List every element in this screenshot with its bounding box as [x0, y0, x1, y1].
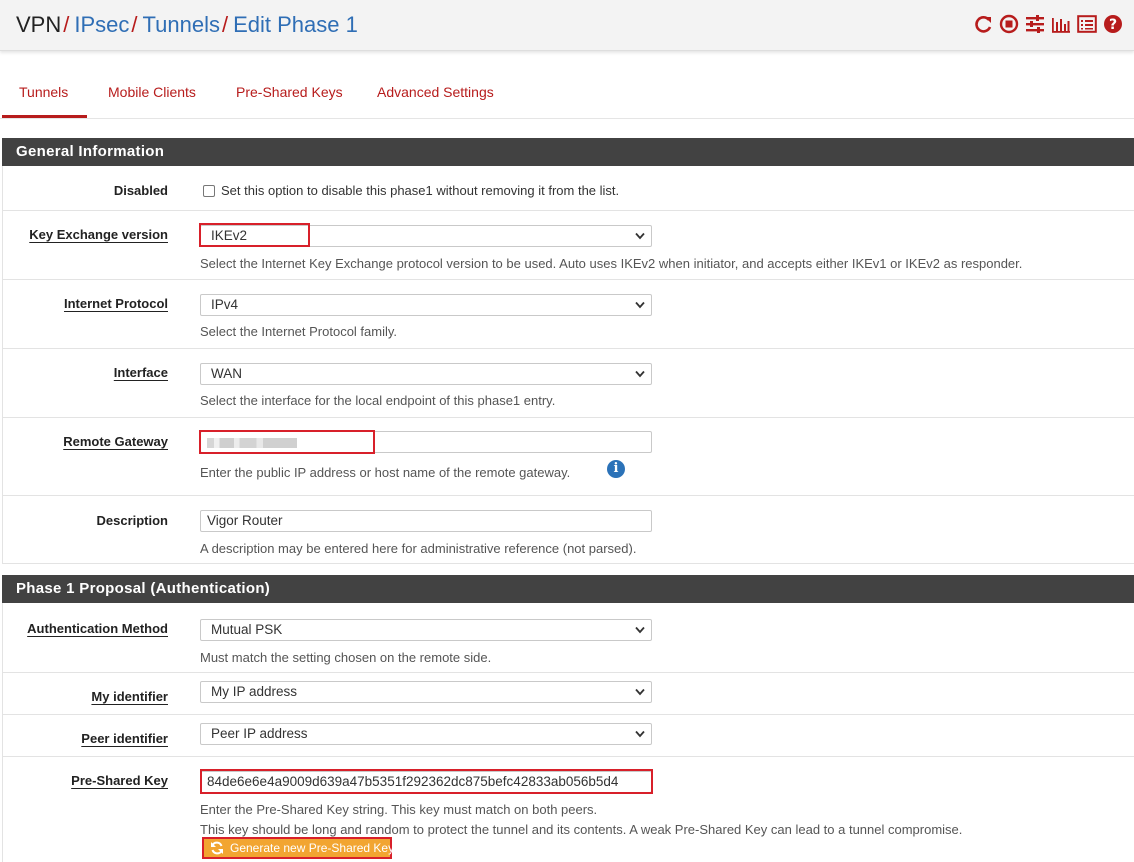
breadcrumb-edit-phase-1[interactable]: Edit Phase 1 [233, 12, 358, 37]
list-icon[interactable] [1077, 14, 1097, 34]
internet-protocol-label[interactable]: Internet Protocol [64, 296, 168, 311]
settings-sliders-icon[interactable] [1025, 14, 1045, 34]
auth-method-help: Must match the setting chosen on the rem… [200, 650, 492, 665]
peer-identifier-value: Peer IP address [211, 726, 308, 741]
key-exchange-help: Select the Internet Key Exchange protoco… [200, 256, 1023, 271]
my-identifier-select[interactable]: My IP address [200, 681, 652, 703]
highlight-box [199, 430, 375, 454]
internet-protocol-value: IPv4 [211, 297, 239, 312]
psk-label[interactable]: Pre-Shared Key [71, 773, 168, 788]
generate-psk-button[interactable]: Generate new Pre-Shared Key [202, 837, 395, 859]
tab-advanced-settings[interactable]: Advanced Settings [377, 84, 494, 100]
chevron-down-icon [635, 688, 645, 696]
auth-method-value: Mutual PSK [211, 622, 283, 637]
row-my-identifier: My identifier My IP address [2, 673, 1134, 715]
row-disabled: Disabled Set this option to disable this… [2, 166, 1134, 211]
internet-protocol-select[interactable]: IPv4 [200, 294, 652, 316]
psk-help-1: Enter the Pre-Shared Key string. This ke… [200, 802, 598, 817]
row-pre-shared-key: Pre-Shared Key 84de6e6e4a9009d639a47b535… [2, 757, 1134, 862]
peer-identifier-label[interactable]: Peer identifier [81, 731, 168, 746]
chevron-down-icon [635, 626, 645, 634]
tab-mobile-clients[interactable]: Mobile Clients [108, 84, 196, 100]
chevron-down-icon [635, 232, 645, 240]
help-icon[interactable]: ? [1103, 14, 1123, 34]
row-description: Description Vigor Router A description m… [2, 496, 1134, 564]
disabled-checkbox[interactable] [203, 185, 215, 197]
chevron-down-icon [635, 301, 645, 309]
auth-method-label[interactable]: Authentication Method [27, 621, 168, 636]
highlight-box [200, 769, 653, 794]
description-input[interactable]: Vigor Router [200, 510, 652, 532]
reload-icon[interactable] [975, 14, 993, 34]
my-identifier-value: My IP address [211, 684, 298, 699]
description-value: Vigor Router [207, 513, 283, 528]
chevron-down-icon [635, 730, 645, 738]
info-icon[interactable]: i [607, 460, 625, 478]
stop-icon[interactable] [999, 14, 1019, 34]
general-information-heading: General Information [2, 138, 1134, 166]
page-header: VPN/IPsec/Tunnels/Edit Phase 1 ? [0, 0, 1134, 51]
breadcrumb-tunnels[interactable]: Tunnels [143, 12, 220, 37]
row-authentication-method: Authentication Method Mutual PSK Must ma… [2, 603, 1134, 673]
breadcrumb-vpn: VPN [16, 12, 62, 37]
disabled-label: Disabled [113, 183, 168, 198]
interface-label[interactable]: Interface [114, 365, 168, 380]
breadcrumb-ipsec[interactable]: IPsec [74, 12, 129, 37]
internet-protocol-help: Select the Internet Protocol family. [200, 324, 398, 339]
remote-gateway-label[interactable]: Remote Gateway [63, 434, 168, 449]
row-remote-gateway: Remote Gateway Enter the public IP addre… [2, 418, 1134, 496]
tab-tunnels[interactable]: Tunnels [19, 84, 68, 100]
psk-help-2: This key should be long and random to pr… [200, 822, 963, 837]
disabled-text: Set this option to disable this phase1 w… [221, 183, 620, 198]
refresh-icon [211, 841, 223, 855]
generate-psk-label: Generate new Pre-Shared Key [230, 841, 395, 855]
peer-identifier-select[interactable]: Peer IP address [200, 723, 652, 745]
my-identifier-label[interactable]: My identifier [91, 689, 168, 704]
key-exchange-label[interactable]: Key Exchange version [29, 227, 168, 242]
active-tab-indicator [2, 115, 87, 118]
remote-gateway-help: Enter the public IP address or host name… [200, 465, 571, 480]
tab-bar: Tunnels Mobile Clients Pre-Shared Keys A… [0, 50, 1134, 119]
svg-text:?: ? [1109, 17, 1117, 33]
interface-help: Select the interface for the local endpo… [200, 393, 556, 408]
row-interface: Interface WAN Select the interface for t… [2, 349, 1134, 418]
tab-pre-shared-keys[interactable]: Pre-Shared Keys [236, 84, 343, 100]
auth-method-select[interactable]: Mutual PSK [200, 619, 652, 641]
interface-select[interactable]: WAN [200, 363, 652, 385]
interface-value: WAN [211, 366, 242, 381]
chevron-down-icon [635, 370, 645, 378]
chart-icon[interactable] [1051, 14, 1071, 34]
description-help: A description may be entered here for ad… [200, 541, 637, 556]
description-label: Description [96, 513, 168, 528]
highlight-box [199, 223, 310, 247]
header-icons: ? [975, 14, 1123, 34]
row-key-exchange: Key Exchange version IKEv2 Select the In… [2, 211, 1134, 280]
breadcrumb: VPN/IPsec/Tunnels/Edit Phase 1 [16, 12, 358, 37]
phase1-proposal-heading: Phase 1 Proposal (Authentication) [2, 575, 1134, 603]
row-internet-protocol: Internet Protocol IPv4 Select the Intern… [2, 280, 1134, 349]
row-peer-identifier: Peer identifier Peer IP address [2, 715, 1134, 757]
